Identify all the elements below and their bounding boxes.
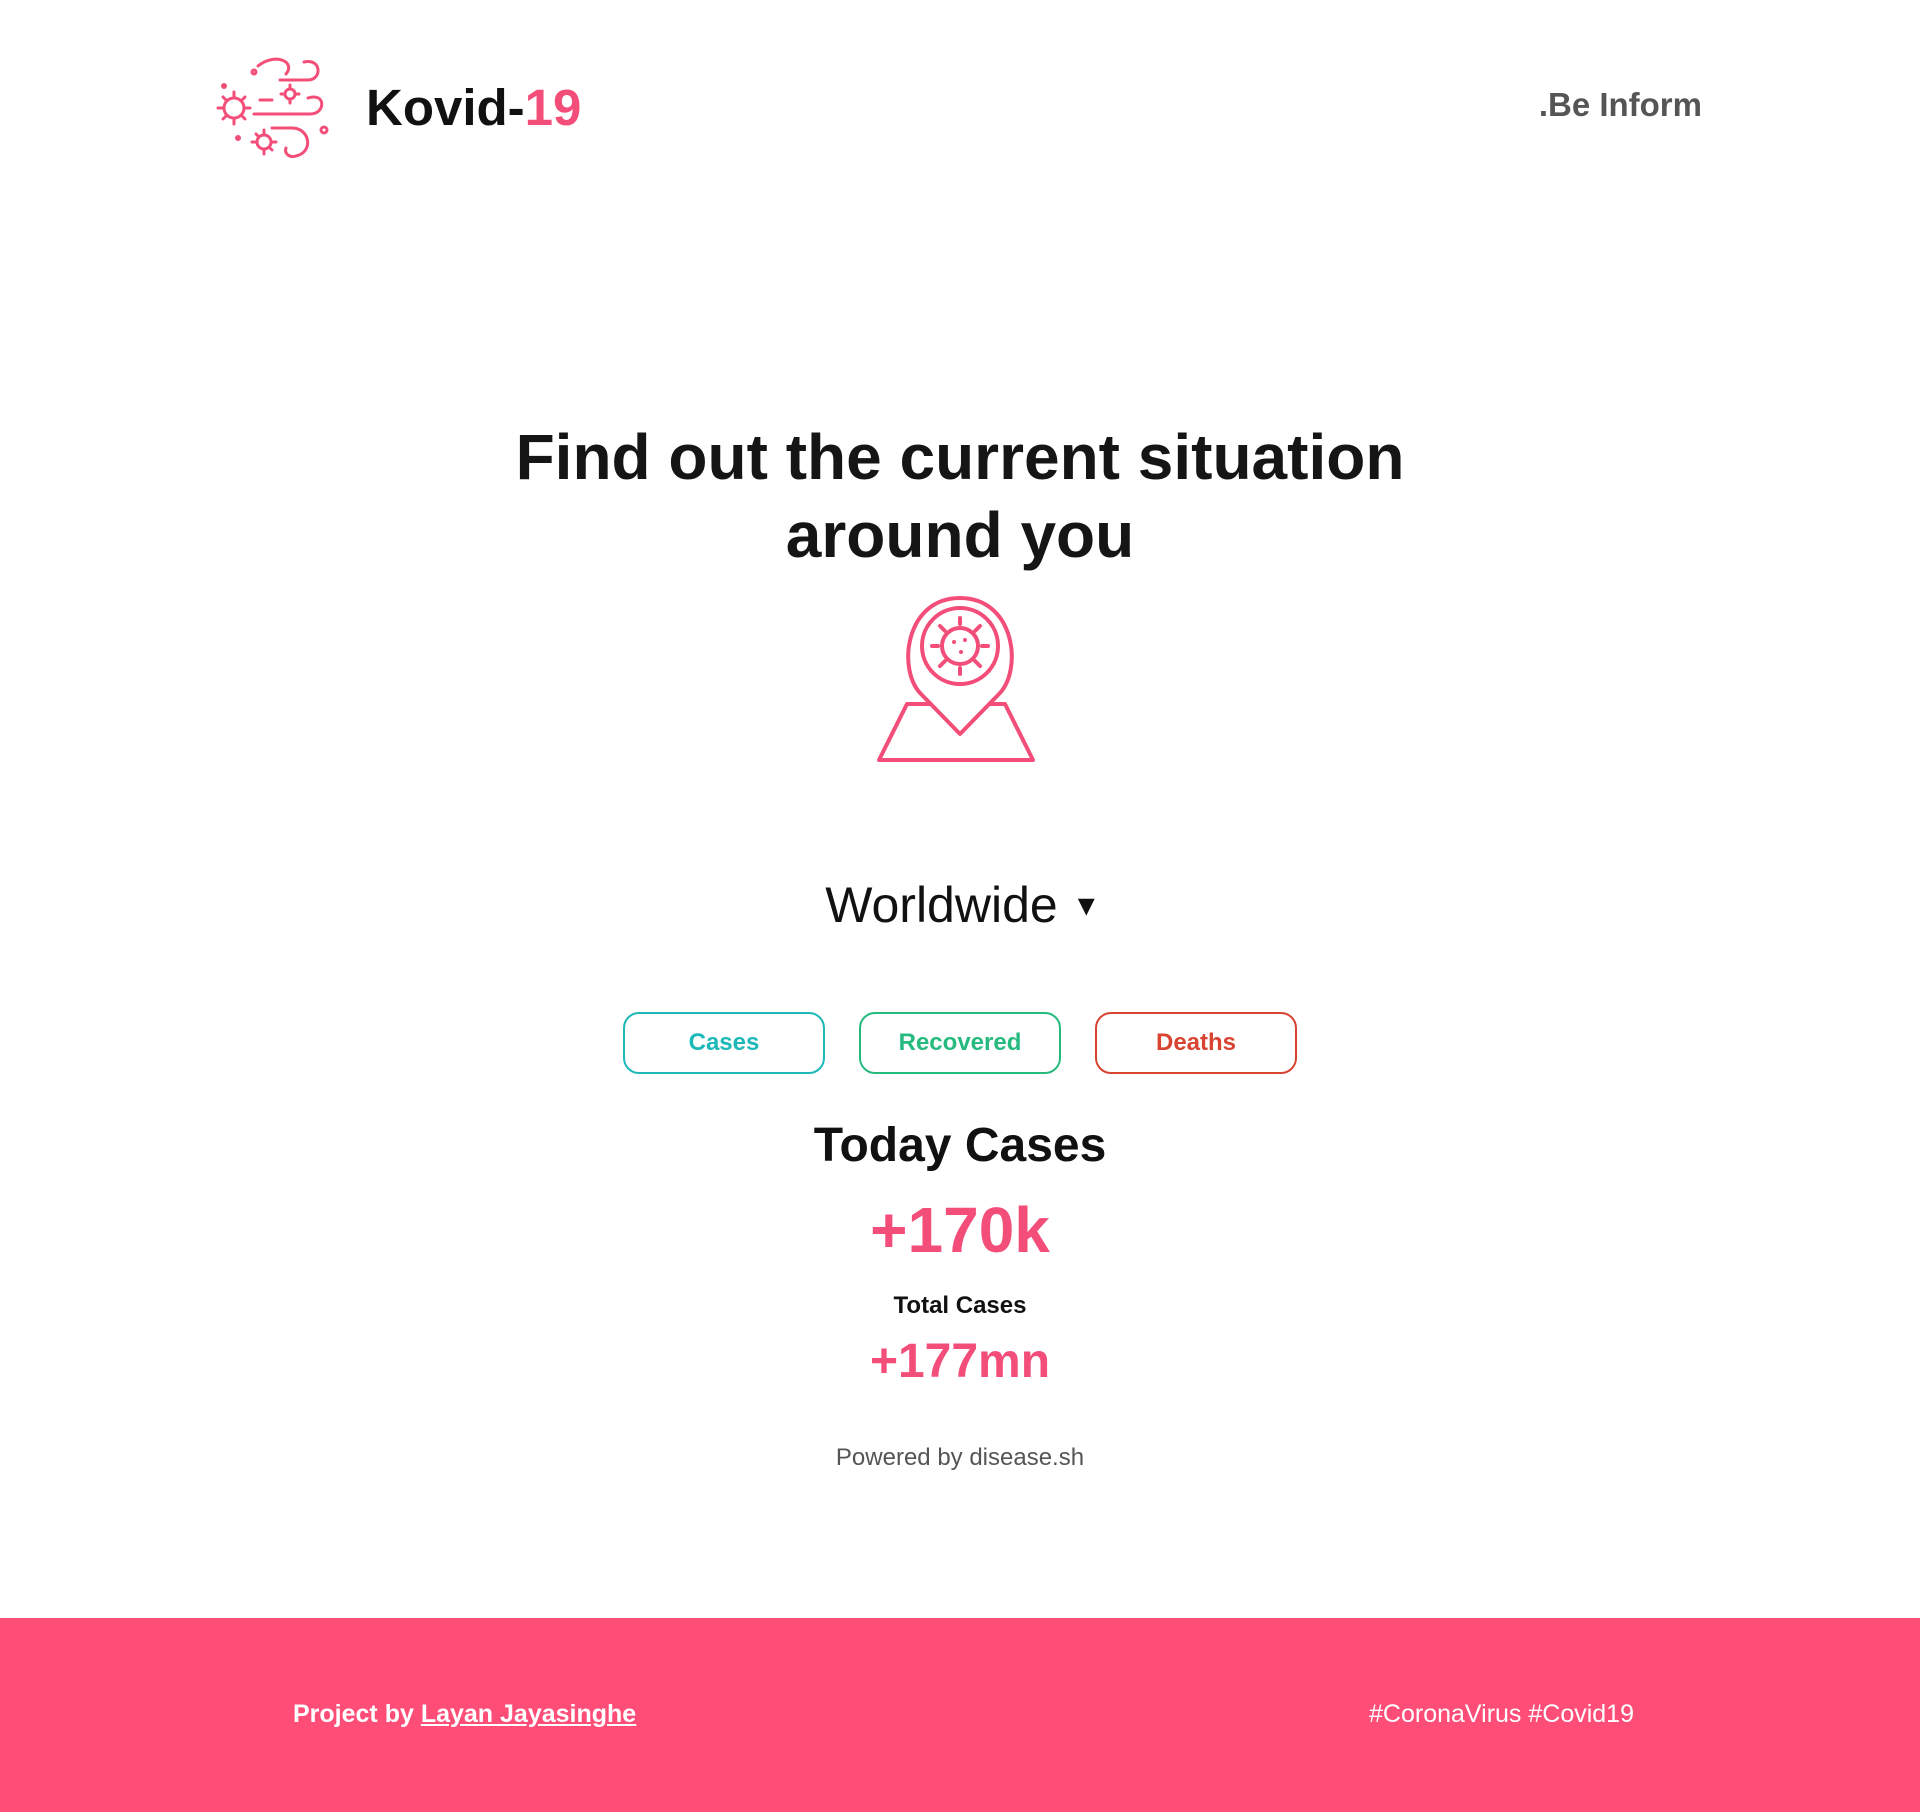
tab-cases[interactable]: Cases	[623, 1012, 825, 1074]
tagline: .Be Inform	[1538, 86, 1702, 123]
footer-credit-prefix: Project by	[293, 1700, 421, 1728]
footer-hashtags: #CoronaVirus #Covid19	[1369, 1700, 1634, 1728]
site-header: Kovid-19 .Be Inform	[0, 0, 1920, 215]
stat-tabs: Cases Recovered Deaths	[0, 1012, 1920, 1074]
region-selector-container: Worldwide ▾	[0, 876, 1920, 934]
region-dropdown[interactable]: Worldwide ▾	[825, 876, 1095, 934]
chevron-down-icon: ▾	[1077, 886, 1095, 924]
brand-name[interactable]: Kovid-19	[366, 78, 581, 137]
virus-wind-icon[interactable]	[214, 52, 336, 162]
virus-map-pin-icon	[877, 596, 1035, 762]
footer-credit: Project by Layan Jayasinghe	[293, 1700, 636, 1729]
brand-prefix: Kovid-	[366, 79, 525, 136]
today-cases-label: Today Cases	[813, 1119, 1107, 1172]
site-footer: Project by Layan Jayasinghe #CoronaVirus…	[0, 1618, 1920, 1812]
author-link[interactable]: Layan Jayasinghe	[421, 1700, 636, 1728]
page-title-line-2: around you	[785, 498, 1135, 571]
tab-deaths[interactable]: Deaths	[1095, 1012, 1297, 1074]
today-cases-value: +170k	[870, 1194, 1050, 1266]
powered-by-text: Powered by disease.sh	[835, 1444, 1085, 1471]
total-cases-label: Total Cases	[893, 1292, 1027, 1319]
tab-recovered[interactable]: Recovered	[859, 1012, 1061, 1074]
page-title-line-1: Find out the current situation	[515, 420, 1405, 493]
brand-suffix: 19	[524, 79, 582, 136]
region-selected-value: Worldwide	[825, 877, 1058, 933]
page-title: Find out the current situation around yo…	[0, 418, 1920, 574]
total-cases-value: +177mn	[869, 1335, 1051, 1388]
